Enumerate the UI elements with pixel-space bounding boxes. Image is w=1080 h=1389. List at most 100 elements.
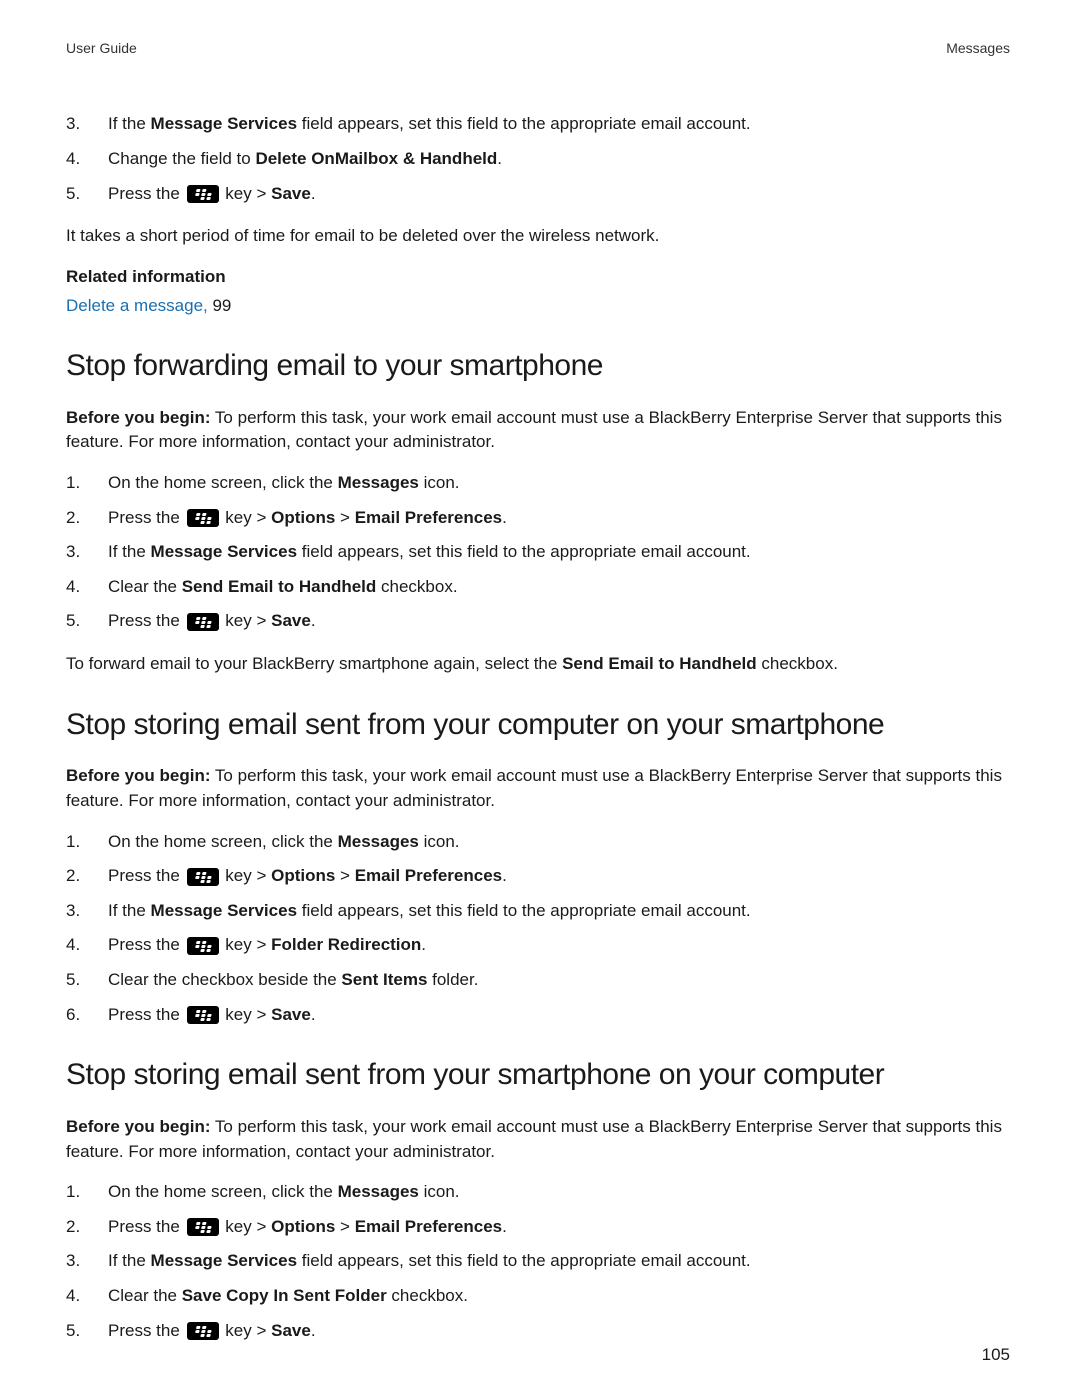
- step-bold: Save: [271, 611, 311, 630]
- step-number: 2.: [66, 506, 94, 531]
- intro-steps: 3. If the Message Services field appears,…: [66, 112, 1010, 206]
- section-after-note: To forward email to your BlackBerry smar…: [66, 652, 1010, 677]
- step-bold: Email Preferences: [355, 1217, 502, 1236]
- blackberry-menu-key-icon: [187, 868, 219, 886]
- step-body: Press the key > Save.: [108, 611, 316, 630]
- page-number: 105: [982, 1343, 1010, 1368]
- step-number: 2.: [66, 1215, 94, 1240]
- step-bold: Email Preferences: [355, 866, 502, 885]
- after-bold: Send Email to Handheld: [562, 654, 757, 673]
- step-body: If the Message Services field appears, s…: [108, 1251, 751, 1270]
- blackberry-menu-key-icon: [187, 509, 219, 527]
- step-bold: Message Services: [151, 114, 298, 133]
- step-bold: Message Services: [151, 1251, 298, 1270]
- header-left: User Guide: [66, 38, 137, 58]
- step: 2. Press the key > Options > Email Prefer…: [66, 506, 1010, 531]
- blackberry-menu-key-icon: [187, 613, 219, 631]
- step: 3. If the Message Services field appears,…: [66, 112, 1010, 137]
- step: 4.Press the key > Folder Redirection.: [66, 933, 1010, 958]
- step-bold: Mailbox & Handheld: [335, 149, 497, 168]
- step-number: 4.: [66, 575, 94, 600]
- step-bold: Messages: [338, 832, 419, 851]
- step-bold: Options: [271, 508, 335, 527]
- step-bold: Options: [271, 1217, 335, 1236]
- step-body: Press the key > Save.: [108, 1321, 316, 1340]
- steps-list: 1.On the home screen, click the Messages…: [66, 830, 1010, 1028]
- section-heading-stop-forwarding: Stop forwarding email to your smartphone: [66, 344, 1010, 388]
- related-info-label: Related information: [66, 267, 226, 286]
- page-header: User Guide Messages: [66, 38, 1010, 58]
- step-number: 2.: [66, 864, 94, 889]
- step: 1.On the home screen, click the Messages…: [66, 830, 1010, 855]
- step-number: 4.: [66, 1284, 94, 1309]
- step-bold: Options: [271, 866, 335, 885]
- step-number: 5.: [66, 609, 94, 634]
- step-number: 3.: [66, 112, 94, 137]
- step: 4. Clear the Send Email to Handheld check…: [66, 575, 1010, 600]
- step-bold: Email Preferences: [355, 508, 502, 527]
- step-number: 3.: [66, 899, 94, 924]
- step-body: Press the key > Save.: [108, 1005, 316, 1024]
- before-label: Before you begin:: [66, 408, 211, 427]
- step: 2. Press the key > Options > Email Prefer…: [66, 864, 1010, 889]
- step: 2. Press the key > Options > Email Prefer…: [66, 1215, 1010, 1240]
- step-body: On the home screen, click the Messages i…: [108, 473, 460, 492]
- before-you-begin: Before you begin: To perform this task, …: [66, 1115, 1010, 1164]
- step-number: 3.: [66, 540, 94, 565]
- section-heading-stop-storing-computer: Stop storing email sent from your comput…: [66, 703, 1010, 747]
- step-body: On the home screen, click the Messages i…: [108, 832, 460, 851]
- step: 3. If the Message Services field appears,…: [66, 1249, 1010, 1274]
- step-bold: Message Services: [151, 901, 298, 920]
- header-right: Messages: [946, 38, 1010, 58]
- step: 1. On the home screen, click the Messages…: [66, 471, 1010, 496]
- step-body: Clear the checkbox beside the Sent Items…: [108, 970, 478, 989]
- blackberry-menu-key-icon: [187, 1322, 219, 1340]
- step-bold: Message Services: [151, 542, 298, 561]
- blackberry-menu-key-icon: [187, 1218, 219, 1236]
- step: 5.Press the key > Save.: [66, 1319, 1010, 1344]
- step-body: Press the key > Options > Email Preferen…: [108, 1217, 507, 1236]
- step-body: If the Message Services field appears, s…: [108, 901, 751, 920]
- step: 5. Clear the checkbox beside the Sent Ite…: [66, 968, 1010, 993]
- step-body: Press the key > Folder Redirection.: [108, 935, 426, 954]
- step-bold: Messages: [338, 473, 419, 492]
- step-body: Press the key > Options > Email Preferen…: [108, 508, 507, 527]
- step-number: 1.: [66, 471, 94, 496]
- step-number: 3.: [66, 1249, 94, 1274]
- before-label: Before you begin:: [66, 766, 211, 785]
- step-bold: Send Email to Handheld: [182, 577, 377, 596]
- blackberry-menu-key-icon: [187, 1006, 219, 1024]
- blackberry-menu-key-icon: [187, 185, 219, 203]
- blackberry-menu-key-icon: [187, 937, 219, 955]
- step-bold: Folder Redirection: [271, 935, 421, 954]
- related-link[interactable]: Delete a message,: [66, 296, 208, 315]
- step-bold: Save: [271, 1321, 311, 1340]
- step-number: 4.: [66, 147, 94, 172]
- step-body: Press the key > Save.: [108, 184, 316, 203]
- step-bold: Save: [271, 1005, 311, 1024]
- page: User Guide Messages 3. If the Message Ser…: [0, 0, 1080, 1389]
- step: 5. Press the key > Save.: [66, 609, 1010, 634]
- steps-list: 1. On the home screen, click the Messages…: [66, 471, 1010, 634]
- step: 6.Press the key > Save.: [66, 1003, 1010, 1028]
- step-bold: Delete On: [255, 149, 334, 168]
- related-link-page: 99: [208, 296, 232, 315]
- step-body: Clear the Send Email to Handheld checkbo…: [108, 577, 458, 596]
- step-body: If the Message Services field appears, s…: [108, 542, 751, 561]
- step-body: On the home screen, click the Messages i…: [108, 1182, 460, 1201]
- section-heading-stop-storing-smartphone: Stop storing email sent from your smartp…: [66, 1053, 1010, 1097]
- step-number: 5.: [66, 182, 94, 207]
- step-body: If the Message Services field appears, s…: [108, 114, 751, 133]
- step-number: 5.: [66, 968, 94, 993]
- before-you-begin: Before you begin: To perform this task, …: [66, 406, 1010, 455]
- steps-list: 1. On the home screen, click the Messages…: [66, 1180, 1010, 1343]
- intro-note: It takes a short period of time for emai…: [66, 224, 1010, 249]
- step: 4.Change the field to Delete OnMailbox &…: [66, 147, 1010, 172]
- step: 4.Clear the Save Copy In Sent Folder che…: [66, 1284, 1010, 1309]
- step-body: Press the key > Options > Email Preferen…: [108, 866, 507, 885]
- step: 5. Press the key > Save.: [66, 182, 1010, 207]
- step-number: 1.: [66, 1180, 94, 1205]
- step-bold: Messages: [338, 1182, 419, 1201]
- step: 3. If the Message Services field appears,…: [66, 899, 1010, 924]
- step-bold: Save: [271, 184, 311, 203]
